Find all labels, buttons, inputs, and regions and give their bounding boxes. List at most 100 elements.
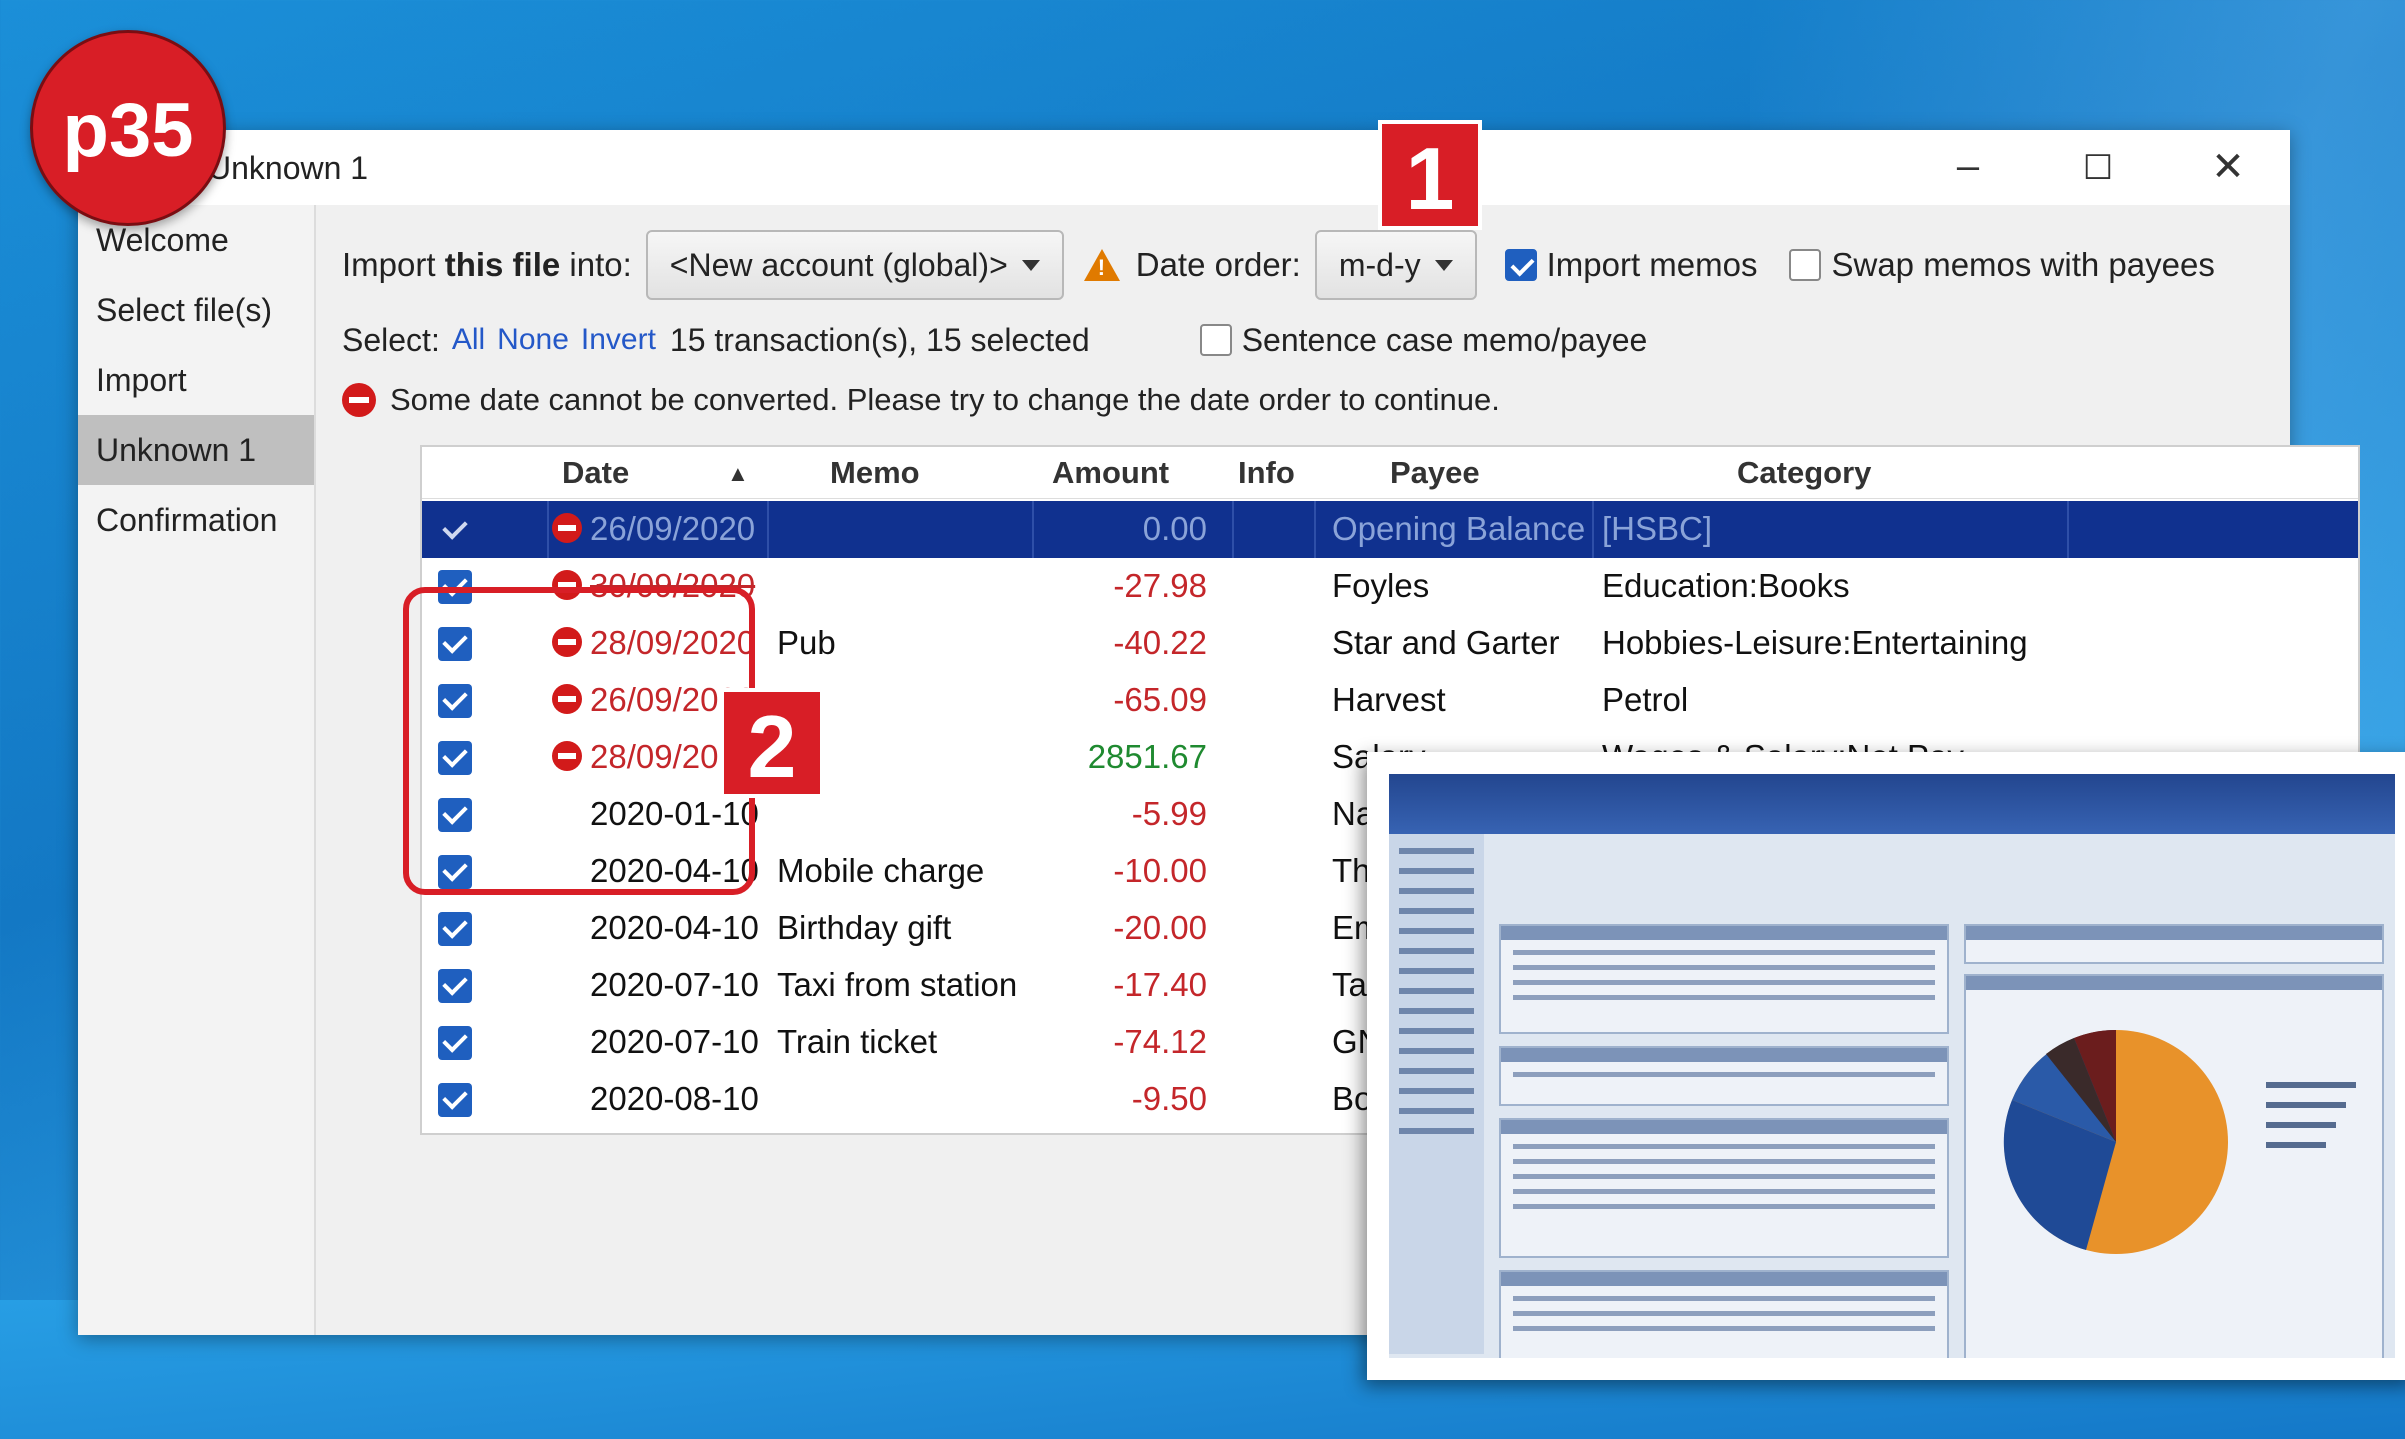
row-memo: Pub [777, 624, 836, 661]
column-separator [1032, 501, 1034, 558]
inset-app-preview [1389, 774, 2395, 1358]
table-header: Date ▲ Memo Amount Info Payee Category [422, 447, 2358, 499]
select-invert-link[interactable]: Invert [581, 323, 656, 357]
nav-item-confirmation[interactable]: Confirmation [78, 485, 314, 555]
title-bar: Unknown 1 ‒ ☐ ✕ [78, 130, 2290, 205]
row-category: Hobbies-Leisure:Entertaining [1602, 624, 2028, 661]
row-checkbox[interactable] [438, 1026, 472, 1060]
row-payee: Harvest [1332, 681, 1446, 718]
error-icon [342, 383, 376, 417]
row-checkbox[interactable] [438, 1083, 472, 1117]
inset-panel [1499, 1118, 1949, 1258]
column-separator [1232, 501, 1234, 558]
row-amount: -5.99 [1131, 795, 1207, 832]
inset-pie-chart [2003, 1029, 2356, 1254]
row-memo: Train ticket [777, 1023, 938, 1060]
window-title: Unknown 1 [208, 150, 369, 186]
column-header-memo[interactable]: Memo [830, 455, 920, 491]
nav-item-select-files[interactable]: Select file(s) [78, 275, 314, 345]
column-separator [767, 501, 769, 558]
row-memo: Taxi from station [777, 966, 1018, 1003]
inset-chart-panel [1964, 974, 2384, 1358]
row-checkbox[interactable] [438, 969, 472, 1003]
row-category: Education:Books [1602, 567, 1850, 604]
account-dropdown[interactable]: <New account (global)> [645, 230, 1064, 300]
row-payee: Star and Garter [1332, 624, 1560, 661]
row-date: 2020-04-10 [590, 909, 759, 946]
swap-memos-checkbox[interactable] [1789, 249, 1822, 281]
column-header-amount[interactable]: Amount [1052, 455, 1169, 491]
row-amount: -40.22 [1113, 624, 1207, 661]
inset-sidebar [1389, 834, 1484, 1354]
column-separator [2067, 501, 2069, 558]
error-row: Some date cannot be converted. Please tr… [342, 375, 1500, 425]
select-none-link[interactable]: None [497, 323, 569, 357]
row-payee: Opening Balance [1332, 510, 1586, 547]
row-amount: 0.00 [1142, 510, 1207, 547]
import-label-suffix: into: [569, 246, 632, 283]
date-order-dropdown[interactable]: m-d-y [1314, 230, 1477, 300]
import-label-prefix: Import [342, 246, 436, 283]
row-checkbox[interactable] [438, 912, 472, 946]
row-category: [HSBC] [1602, 510, 1713, 547]
column-header-date[interactable]: Date [562, 455, 629, 491]
warning-icon: ! [1083, 249, 1120, 281]
nav-item-import[interactable]: Import [78, 345, 314, 415]
selection-summary: 15 transaction(s), 15 selected [669, 321, 1090, 358]
row-amount: -27.98 [1113, 567, 1207, 604]
column-separator [547, 501, 549, 558]
account-dropdown-value: <New account (global)> [669, 246, 1008, 283]
chevron-down-icon [1434, 259, 1453, 271]
page-reference-badge: p35 [30, 30, 226, 226]
row-amount: -17.40 [1113, 966, 1207, 1003]
inset-panel [1499, 1270, 1949, 1358]
row-date: 2020-07-10 [590, 966, 759, 1003]
wizard-nav: Welcome Select file(s) Import Unknown 1 … [78, 205, 316, 1335]
sort-asc-icon: ▲ [727, 461, 749, 486]
inset-panel [1499, 1046, 1949, 1106]
close-button[interactable]: ✕ [2198, 144, 2258, 190]
import-memos-label: Import memos [1546, 246, 1758, 283]
column-header-category[interactable]: Category [1737, 455, 1871, 491]
select-all-link[interactable]: All [452, 323, 485, 357]
minimize-button[interactable]: ‒ [1938, 144, 1998, 189]
sentence-case-label: Sentence case memo/payee [1241, 321, 1648, 358]
date-order-label: Date order: [1135, 246, 1301, 283]
selection-row: Select: All None Invert 15 transaction(s… [342, 315, 1647, 365]
date-order-value: m-d-y [1338, 246, 1421, 283]
import-label-bold: this file [444, 246, 561, 283]
column-separator [1592, 501, 1594, 558]
row-checkbox[interactable] [438, 513, 472, 547]
row-payee: Foyles [1332, 567, 1430, 604]
error-message: Some date cannot be converted. Please tr… [390, 382, 1500, 417]
callout-number-1: 1 [1378, 120, 1482, 230]
sentence-case-checkbox[interactable] [1199, 324, 1232, 356]
row-date: 2020-08-10 [590, 1080, 759, 1117]
inset-panel [1499, 924, 1949, 1034]
table-row[interactable]: 26/09/2020 0.00 Opening Balance [HSBC] [422, 501, 2358, 558]
inset-panel [1964, 924, 2384, 964]
select-label: Select: [342, 321, 440, 358]
import-memos-checkbox[interactable] [1504, 249, 1537, 281]
row-memo: Mobile charge [777, 852, 985, 889]
callout-number-2: 2 [720, 688, 824, 798]
column-separator [1314, 501, 1316, 558]
row-amount: -20.00 [1113, 909, 1207, 946]
row-amount: -9.50 [1131, 1080, 1207, 1117]
swap-memos-label: Swap memos with payees [1831, 246, 2215, 283]
chevron-down-icon [1021, 259, 1040, 271]
row-amount: -10.00 [1113, 852, 1207, 889]
row-amount: -65.09 [1113, 681, 1207, 718]
column-header-payee[interactable]: Payee [1390, 455, 1480, 491]
row-date: 2020-07-10 [590, 1023, 759, 1060]
highlight-box [403, 587, 755, 895]
nav-item-unknown-1[interactable]: Unknown 1 [78, 415, 314, 485]
maximize-button[interactable]: ☐ [2068, 148, 2128, 188]
date-error-icon [552, 513, 586, 551]
column-header-info[interactable]: Info [1238, 455, 1295, 491]
import-options-row: Import this file into: <New account (glo… [342, 225, 2215, 305]
row-memo: Birthday gift [777, 909, 952, 946]
inset-screenshot [1367, 752, 2405, 1380]
row-category: Petrol [1602, 681, 1689, 718]
inset-header-bar [1389, 774, 2395, 834]
